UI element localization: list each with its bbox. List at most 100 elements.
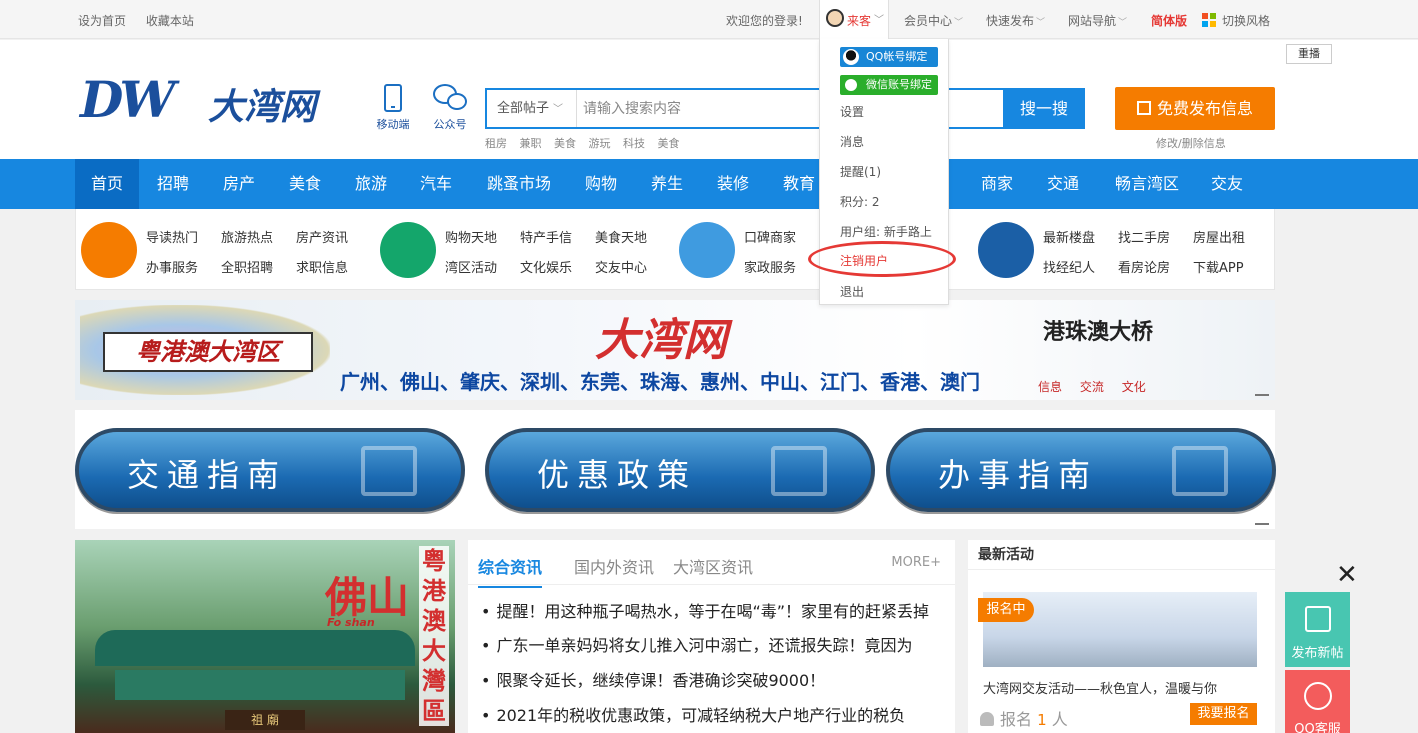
quick-link[interactable]: 房屋出租 <box>1193 227 1245 246</box>
menu-item-user-group[interactable]: 用户组: 新手路上 <box>840 223 932 240</box>
site-nav-menu[interactable]: 网站导航 ﹀ <box>1068 12 1127 29</box>
nav-item-shopping[interactable]: 购物 <box>571 159 631 209</box>
chevron-down-icon: ﹀ <box>874 15 884 26</box>
quick-link[interactable]: 办事服务 <box>146 257 198 276</box>
quick-link[interactable]: 湾区活动 <box>445 257 497 276</box>
windows-grid-icon <box>1202 13 1216 27</box>
quick-link[interactable]: 全职招聘 <box>221 257 273 276</box>
quick-link[interactable]: 房产资讯 <box>296 227 348 246</box>
menu-item-reminders[interactable]: 提醒(1) <box>840 163 881 180</box>
hot-word[interactable]: 美食 <box>658 137 680 150</box>
minimize-icon[interactable] <box>1255 523 1269 525</box>
quick-publish-menu[interactable]: 快速发布 ﹀ <box>986 12 1045 29</box>
menu-item-messages[interactable]: 消息 <box>840 133 864 150</box>
qq-service-button[interactable]: QQ客服 <box>1285 670 1350 733</box>
set-home-link[interactable]: 设为首页 <box>78 14 126 28</box>
quick-link[interactable]: 下载APP <box>1193 257 1244 276</box>
nav-item-merchants[interactable]: 商家 <box>967 159 1027 209</box>
nav-item-jobs[interactable]: 招聘 <box>143 159 203 209</box>
quick-link[interactable]: 导读热门 <box>146 227 198 246</box>
nav-item-traffic[interactable]: 交通 <box>1033 159 1093 209</box>
wechat-link[interactable]: 公众号 <box>428 84 472 132</box>
replay-button[interactable]: 重播 <box>1286 44 1332 64</box>
avatar-icon <box>826 9 844 27</box>
wechat-icon <box>433 84 467 112</box>
new-post-button[interactable]: 发布新帖 <box>1285 592 1350 667</box>
quick-link[interactable]: 旅游热点 <box>221 227 273 246</box>
hot-word[interactable]: 租房 <box>485 137 507 150</box>
quick-link[interactable]: 最新楼盘 <box>1043 227 1095 246</box>
gba-banner[interactable]: 粤港澳大湾区 大湾网 广州、佛山、肇庆、深圳、东莞、珠海、惠州、中山、江门、香港… <box>75 300 1275 400</box>
nav-item-bay-forum[interactable]: 畅言湾区 <box>1106 159 1188 209</box>
hot-word[interactable]: 科技 <box>623 137 645 150</box>
nav-item-property[interactable]: 房产 <box>209 159 269 209</box>
activity-panel: 最新活动 报名中 大湾网交友活动——秋色宜人，温暖与你 报名 1 人 我要报名 <box>968 540 1275 733</box>
mobile-link[interactable]: 移动端 <box>373 84 413 132</box>
traffic-guide-button[interactable]: 交通指南 <box>75 428 465 512</box>
banner-tags: 信息 交流 文化 <box>1038 378 1160 395</box>
site-logo[interactable]: DW 大湾网 <box>80 70 320 132</box>
quick-link[interactable]: 文化娱乐 <box>520 257 572 276</box>
hot-word[interactable]: 美食 <box>554 137 576 150</box>
member-center-menu[interactable]: 会员中心 ﹀ <box>904 12 963 29</box>
menu-item-points[interactable]: 积分: 2 <box>840 193 880 210</box>
mobile-label: 移动端 <box>376 118 410 131</box>
news-tabs: 综合资讯 国内外资讯 大湾区资讯 MORE+ <box>468 540 955 588</box>
search-category-select[interactable]: 全部帖子 ﹀ <box>487 90 577 127</box>
nav-item-food[interactable]: 美食 <box>275 159 335 209</box>
close-icon[interactable]: ✕ <box>1336 562 1358 588</box>
menu-item-settings[interactable]: 设置 <box>840 103 864 120</box>
more-link[interactable]: MORE+ <box>891 555 941 570</box>
tab-world-news[interactable]: 国内外资讯 <box>574 554 654 578</box>
nav-item-health[interactable]: 养生 <box>637 159 697 209</box>
main-nav: 首页 招聘 房产 美食 旅游 汽车 跳蚤市场 购物 养生 装修 教育 商家 交通… <box>0 159 1418 209</box>
foshan-feature-image[interactable]: 祖 廟 佛山 Fo shan 粤港澳大灣區 <box>75 540 455 733</box>
quick-link[interactable]: 找二手房 <box>1118 227 1170 246</box>
nav-item-dating[interactable]: 交友 <box>1197 159 1257 209</box>
search-button[interactable]: 搜一搜 <box>1003 88 1085 129</box>
tab-general-news[interactable]: 综合资讯 <box>478 554 543 588</box>
quick-link[interactable]: 找经纪人 <box>1043 257 1095 276</box>
policy-guide-button[interactable]: 优惠政策 <box>485 428 875 512</box>
banner-title: 大湾网 <box>595 315 727 366</box>
nav-item-decoration[interactable]: 装修 <box>703 159 763 209</box>
nav-item-auto[interactable]: 汽车 <box>406 159 466 209</box>
switch-style-link[interactable]: 切换风格 <box>1202 12 1270 29</box>
signup-count-suffix: 人 <box>1051 710 1068 729</box>
activity-title[interactable]: 大湾网交友活动——秋色宜人，温暖与你 <box>983 678 1217 697</box>
news-item[interactable]: 提醒！用这种瓶子喝热水，等于在喝“毒”！家里有的赶紧丢掉 <box>481 598 949 622</box>
hot-word[interactable]: 兼职 <box>520 137 542 150</box>
signup-count-value: 1 <box>1037 711 1047 729</box>
quick-link[interactable]: 求职信息 <box>296 257 348 276</box>
news-item[interactable]: 广东一单亲妈妈将女儿推入河中溺亡，还谎报失踪！竟因为 <box>481 632 949 656</box>
quick-link[interactable]: 美食天地 <box>595 227 647 246</box>
quick-link[interactable]: 购物天地 <box>445 227 497 246</box>
modify-delete-link[interactable]: 修改/删除信息 <box>1156 135 1226 151</box>
publish-button[interactable]: 免费发布信息 <box>1115 87 1275 130</box>
news-item[interactable]: 2021年的税收优惠政策，可减轻纳税大户地产行业的税负 <box>481 702 949 726</box>
qq-service-label: QQ客服 <box>1294 722 1341 733</box>
minimize-icon[interactable] <box>1255 394 1269 396</box>
user-menu-trigger[interactable]: 来客 ﹀ <box>819 0 889 40</box>
menu-item-logout[interactable]: 退出 <box>840 283 864 300</box>
signup-count-prefix: 报名 <box>1000 710 1033 729</box>
quick-link[interactable]: 交友中心 <box>595 257 647 276</box>
quick-link[interactable]: 特产手信 <box>520 227 572 246</box>
news-item[interactable]: 限聚令延长，继续停课！香港确诊突破9000！ <box>481 667 949 691</box>
quick-link[interactable]: 家政服务 <box>744 257 796 276</box>
hot-word[interactable]: 游玩 <box>589 137 611 150</box>
nav-item-travel[interactable]: 旅游 <box>341 159 401 209</box>
wechat-bind-button[interactable]: 微信账号绑定 <box>840 75 938 95</box>
nav-item-flea-market[interactable]: 跳蚤市场 <box>478 159 560 209</box>
qq-bind-label: QQ帐号绑定 <box>866 50 928 63</box>
service-guide-button[interactable]: 办事指南 <box>886 428 1276 512</box>
bookmark-link[interactable]: 收藏本站 <box>146 14 194 28</box>
qq-bind-button[interactable]: QQ帐号绑定 <box>840 47 938 67</box>
signup-button[interactable]: 我要报名 <box>1190 703 1257 725</box>
quick-link[interactable]: 看房论房 <box>1118 257 1170 276</box>
tab-bay-news[interactable]: 大湾区资讯 <box>673 554 753 578</box>
simplified-link[interactable]: 简体版 <box>1151 12 1187 29</box>
guide-buttons: 交通指南 优惠政策 办事指南 <box>75 410 1276 529</box>
nav-item-home[interactable]: 首页 <box>75 159 139 209</box>
quick-link[interactable]: 口碑商家 <box>744 227 796 246</box>
